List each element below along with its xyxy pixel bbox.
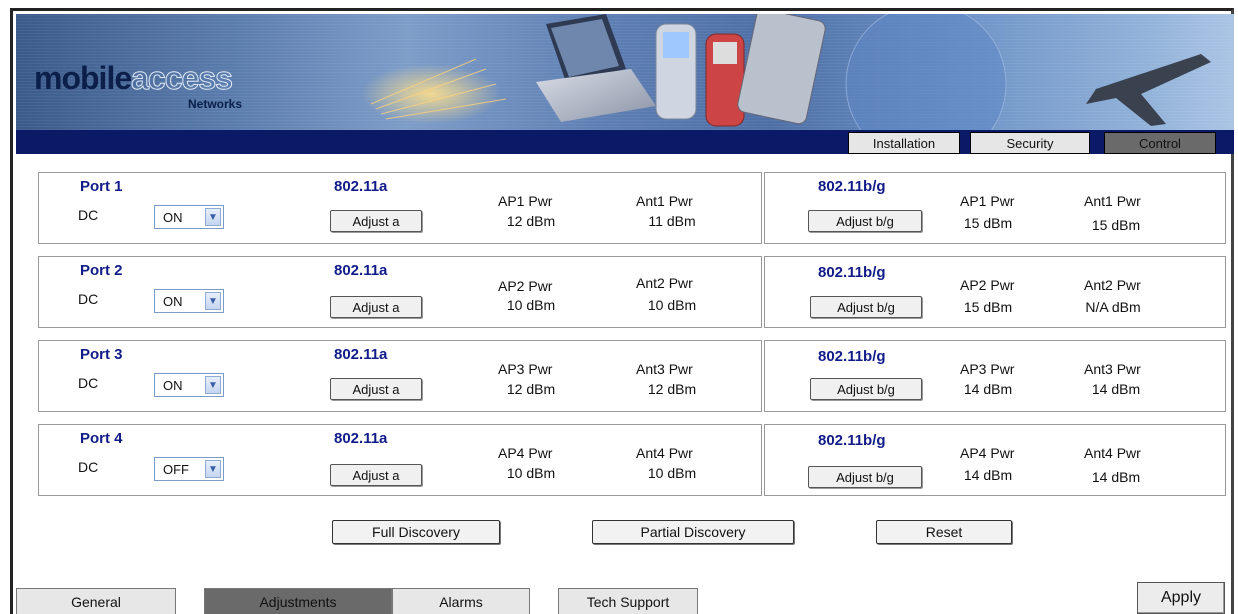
ap-pwr-label: AP2 Pwr bbox=[498, 278, 553, 294]
chevron-down-icon[interactable]: ▼ bbox=[205, 208, 221, 226]
ap-pwr-label: AP4 Pwr bbox=[498, 445, 553, 461]
ap-pwr-value: 14 dBm bbox=[950, 464, 1026, 486]
tab-general[interactable]: General bbox=[16, 588, 176, 614]
ant-pwr-value: N/A dBm bbox=[1070, 296, 1156, 318]
port-row-3: Port 3 DC ON ▼ 802.11a Adjust a AP3 Pwr 1… bbox=[38, 340, 1226, 412]
ap-pwr-value: 10 dBm bbox=[491, 462, 571, 484]
adjust-bg-button[interactable]: Adjust b/g bbox=[808, 466, 922, 488]
header-banner: mobileaccess Networks bbox=[16, 14, 1234, 130]
std-bg-label: 802.11b/g bbox=[818, 178, 886, 195]
ap-pwr-label: AP3 Pwr bbox=[960, 361, 1015, 377]
tab-alarms[interactable]: Alarms bbox=[392, 588, 530, 614]
chevron-down-icon[interactable]: ▼ bbox=[205, 376, 221, 394]
dc-select[interactable]: ON ▼ bbox=[154, 373, 224, 397]
apply-button[interactable]: Apply bbox=[1137, 582, 1225, 614]
logo-mobile: mobile bbox=[34, 60, 132, 96]
ap-pwr-value: 10 dBm bbox=[491, 294, 571, 316]
port-row-2: Port 2 DC ON ▼ 802.11a Adjust a AP2 Pwr 1… bbox=[38, 256, 1226, 328]
logo: mobileaccess bbox=[34, 60, 234, 97]
ap-pwr-value: 14 dBm bbox=[950, 378, 1026, 400]
nav-security[interactable]: Security bbox=[970, 132, 1090, 154]
ap-pwr-value: 15 dBm bbox=[950, 212, 1026, 234]
dc-label: DC bbox=[78, 207, 99, 223]
std-a-label: 802.11a bbox=[334, 262, 388, 279]
ant-pwr-label: Ant4 Pwr bbox=[1084, 445, 1141, 461]
std-a-label: 802.11a bbox=[334, 430, 388, 447]
dc-label: DC bbox=[78, 375, 99, 391]
logo-access: access bbox=[131, 60, 234, 97]
chevron-down-icon[interactable]: ▼ bbox=[205, 292, 221, 310]
ant-pwr-label: Ant2 Pwr bbox=[1084, 277, 1141, 293]
ap-pwr-label: AP4 Pwr bbox=[960, 445, 1015, 461]
ap-pwr-value: 12 dBm bbox=[491, 210, 571, 232]
ant-pwr-value: 15 dBm bbox=[1076, 214, 1156, 236]
logo-networks: Networks bbox=[188, 97, 243, 111]
std-a-label: 802.11a bbox=[334, 346, 388, 363]
dc-value: ON bbox=[163, 377, 183, 393]
dc-value: ON bbox=[163, 293, 183, 309]
adjust-a-button[interactable]: Adjust a bbox=[330, 464, 422, 486]
tab-tech-support[interactable]: Tech Support bbox=[558, 588, 698, 614]
port-title: Port 1 bbox=[80, 178, 123, 195]
port-title: Port 4 bbox=[80, 430, 123, 447]
adjust-a-button[interactable]: Adjust a bbox=[330, 378, 422, 400]
tab-adjustments[interactable]: Adjustments bbox=[204, 588, 392, 614]
ap-pwr-label: AP1 Pwr bbox=[498, 193, 553, 209]
ant-pwr-value: 10 dBm bbox=[632, 294, 712, 316]
chevron-down-icon[interactable]: ▼ bbox=[205, 460, 221, 478]
dc-value: ON bbox=[163, 209, 183, 225]
ap-pwr-label: AP3 Pwr bbox=[498, 361, 553, 377]
full-discovery-button[interactable]: Full Discovery bbox=[332, 520, 500, 544]
ant-pwr-value: 11 dBm bbox=[632, 210, 712, 232]
ant-pwr-label: Ant3 Pwr bbox=[636, 361, 693, 377]
std-a-label: 802.11a bbox=[334, 178, 388, 195]
ant-pwr-value: 10 dBm bbox=[632, 462, 712, 484]
partial-discovery-button[interactable]: Partial Discovery bbox=[592, 520, 794, 544]
dc-value: OFF bbox=[163, 461, 189, 477]
ant-pwr-label: Ant1 Pwr bbox=[636, 193, 693, 209]
port-title: Port 2 bbox=[80, 262, 123, 279]
std-bg-label: 802.11b/g bbox=[818, 432, 886, 449]
port-row-4: Port 4 DC OFF ▼ 802.11a Adjust a AP4 Pwr … bbox=[38, 424, 1226, 496]
adjust-a-button[interactable]: Adjust a bbox=[330, 210, 422, 232]
ant-pwr-label: Ant2 Pwr bbox=[636, 275, 693, 291]
dc-label: DC bbox=[78, 291, 99, 307]
dc-select[interactable]: OFF ▼ bbox=[154, 457, 224, 481]
ant-pwr-label: Ant3 Pwr bbox=[1084, 361, 1141, 377]
nav-control[interactable]: Control bbox=[1104, 132, 1216, 154]
adjust-bg-button[interactable]: Adjust b/g bbox=[808, 210, 922, 232]
adjust-bg-button[interactable]: Adjust b/g bbox=[810, 296, 922, 318]
ap-pwr-label: AP1 Pwr bbox=[960, 193, 1015, 209]
dc-select[interactable]: ON ▼ bbox=[154, 289, 224, 313]
adjust-bg-button[interactable]: Adjust b/g bbox=[810, 378, 922, 400]
port-title: Port 3 bbox=[80, 346, 123, 363]
reset-button[interactable]: Reset bbox=[876, 520, 1012, 544]
ap-pwr-value: 12 dBm bbox=[491, 378, 571, 400]
std-bg-label: 802.11b/g bbox=[818, 264, 886, 281]
std-bg-label: 802.11b/g bbox=[818, 348, 886, 365]
dc-label: DC bbox=[78, 459, 99, 475]
dc-select[interactable]: ON ▼ bbox=[154, 205, 224, 229]
nav-installation[interactable]: Installation bbox=[848, 132, 960, 154]
ap-pwr-label: AP2 Pwr bbox=[960, 277, 1015, 293]
ant-pwr-label: Ant4 Pwr bbox=[636, 445, 693, 461]
ant-pwr-value: 14 dBm bbox=[1076, 378, 1156, 400]
ant-pwr-value: 12 dBm bbox=[632, 378, 712, 400]
ant-pwr-label: Ant1 Pwr bbox=[1084, 193, 1141, 209]
ap-pwr-value: 15 dBm bbox=[950, 296, 1026, 318]
adjust-a-button[interactable]: Adjust a bbox=[330, 296, 422, 318]
ant-pwr-value: 14 dBm bbox=[1076, 466, 1156, 488]
port-row-1: Port 1 DC ON ▼ 802.11a Adjust a AP1 Pwr 1… bbox=[38, 172, 1226, 244]
